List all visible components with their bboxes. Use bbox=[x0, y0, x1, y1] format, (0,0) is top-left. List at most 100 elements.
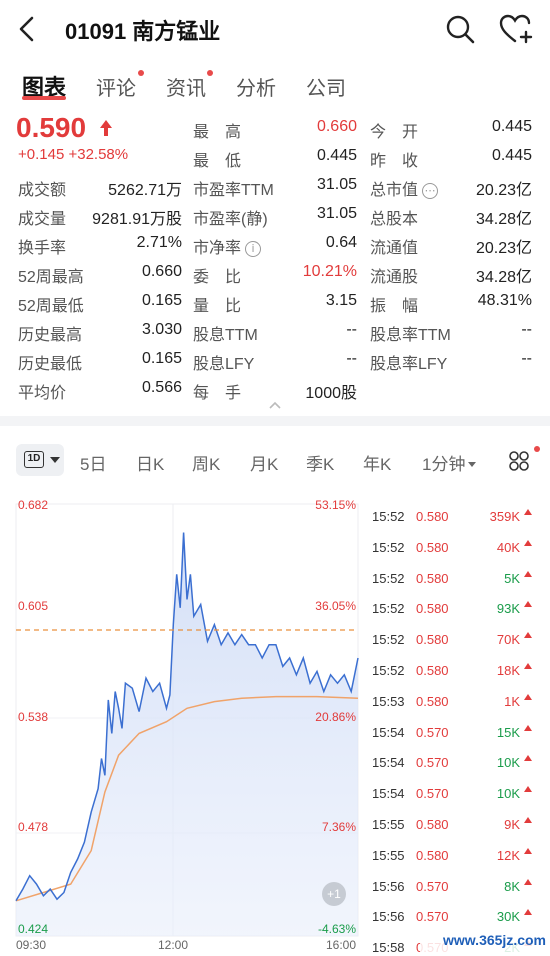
tab-analysis[interactable]: 分析 bbox=[236, 72, 276, 101]
stat-label: 总市值 bbox=[370, 182, 419, 199]
tab-yearly-k[interactable]: 年K bbox=[363, 450, 391, 475]
stat-value: 3.030 bbox=[141, 321, 182, 338]
trade-volume: 40K bbox=[496, 539, 520, 555]
triangle-up-icon bbox=[524, 755, 532, 762]
trade-row: 15:52 0.580 93K bbox=[360, 594, 550, 624]
tab-weekly-k[interactable]: 周K bbox=[192, 450, 220, 475]
stat-label: 委 比 bbox=[193, 269, 242, 286]
stat-value: 5262.71万 bbox=[108, 182, 182, 199]
chevron-up-icon[interactable] bbox=[268, 400, 282, 410]
stat-value: -- bbox=[346, 350, 357, 367]
tab-news-dot bbox=[207, 70, 213, 76]
arrow-up-icon bbox=[100, 120, 112, 136]
tab-comments[interactable]: 评论 bbox=[96, 72, 136, 101]
y-tick-right: 36.05% bbox=[315, 599, 356, 613]
stat-value: 0.660 bbox=[141, 263, 182, 280]
triangle-up-icon bbox=[524, 909, 532, 916]
trade-volume: 30K bbox=[496, 909, 520, 925]
trade-time: 15:52 bbox=[372, 632, 405, 648]
last-price: 0.590 bbox=[16, 112, 87, 143]
triangle-up-icon bbox=[524, 847, 532, 854]
grid-icon[interactable] bbox=[508, 450, 530, 472]
stat-label: 今 开 bbox=[370, 124, 419, 141]
search-icon bbox=[446, 15, 475, 44]
stat-value: -- bbox=[346, 321, 357, 338]
trade-price: 0.580 bbox=[416, 570, 449, 586]
search-button[interactable] bbox=[443, 12, 477, 46]
tab-comments-dot bbox=[138, 70, 144, 76]
stat-label: 市盈率TTM bbox=[193, 182, 274, 199]
trade-price: 0.570 bbox=[416, 909, 449, 925]
tab-company[interactable]: 公司 bbox=[306, 72, 346, 101]
tab-quarterly-k[interactable]: 季K bbox=[306, 450, 334, 475]
back-button[interactable] bbox=[12, 12, 42, 46]
y-tick-right: 53.15% bbox=[315, 498, 356, 512]
tab-news[interactable]: 资讯 bbox=[166, 72, 206, 101]
stat-label: 股息率TTM bbox=[370, 327, 451, 344]
stat-label: 流通值 bbox=[370, 240, 419, 257]
stat-value: 1000股 bbox=[305, 385, 357, 402]
trade-time: 15:54 bbox=[372, 786, 405, 802]
stat-label: 成交量 bbox=[18, 211, 67, 228]
stat-label: 股息率LFY bbox=[370, 356, 448, 373]
intraday-chart-svg bbox=[15, 503, 359, 937]
stat-label: 成交额 bbox=[18, 182, 67, 199]
trade-time: 15:53 bbox=[372, 693, 405, 709]
tab-1min[interactable]: 1分钟 bbox=[422, 450, 477, 475]
stat-value: 0.566 bbox=[141, 379, 182, 396]
stat-label: 52周最高 bbox=[18, 269, 84, 286]
watermark: www.365jz.com bbox=[420, 928, 550, 954]
trade-volume: 93K bbox=[496, 601, 520, 617]
trade-time: 15:58 bbox=[372, 940, 405, 956]
notification-dot bbox=[534, 446, 540, 452]
stat-label: 历史最低 bbox=[18, 356, 83, 373]
stat-label: 量 比 bbox=[193, 298, 242, 315]
price-change: +0.145 +32.58% bbox=[18, 146, 129, 163]
trade-row: 15:52 0.580 40K bbox=[360, 533, 550, 563]
trade-price: 0.580 bbox=[416, 847, 449, 863]
stat-label: 最 低 bbox=[193, 153, 242, 170]
add-watchlist-button[interactable] bbox=[498, 12, 536, 46]
trade-price: 0.580 bbox=[416, 509, 449, 524]
triangle-up-icon bbox=[524, 786, 532, 793]
tab-monthly-k[interactable]: 月K bbox=[250, 450, 278, 475]
stat-value: 0.64 bbox=[325, 234, 357, 251]
triangle-up-icon bbox=[524, 570, 532, 577]
trade-time: 15:55 bbox=[372, 817, 405, 832]
trade-volume: 5K bbox=[504, 570, 520, 586]
trade-row: 15:54 0.570 10K bbox=[360, 779, 550, 809]
stat-value: 3.15 bbox=[325, 292, 357, 309]
main-tabs: 图表 评论 资讯 分析 公司 bbox=[0, 64, 550, 108]
y-tick-left: 0.682 bbox=[18, 498, 49, 512]
trade-price: 0.570 bbox=[416, 786, 449, 802]
compare-button[interactable]: +1 bbox=[322, 882, 346, 906]
trade-price: 0.580 bbox=[416, 663, 449, 678]
period-1d-label: 1D bbox=[24, 451, 44, 468]
trade-price: 0.580 bbox=[416, 632, 449, 648]
stat-value: 2.71% bbox=[136, 234, 182, 251]
triangle-up-icon bbox=[524, 601, 532, 608]
market-cap-cell: 总市值 ⋯ bbox=[370, 176, 439, 200]
intraday-chart[interactable]: 0.682 0.605 0.538 0.478 0.424 53.15% 36.… bbox=[0, 492, 360, 956]
triangle-up-icon bbox=[524, 539, 532, 546]
trade-ticker[interactable]: 15:52 0.580 359K 15:52 0.580 40K 15:52 0.580 5K 1… bbox=[360, 502, 550, 956]
trade-row: 15:56 0.570 8K bbox=[360, 872, 550, 902]
trade-time: 15:52 bbox=[372, 601, 405, 617]
period-1d-selector[interactable]: 1D bbox=[16, 444, 64, 476]
stat-value: 20.23亿 bbox=[475, 182, 532, 199]
trade-price: 0.570 bbox=[416, 724, 449, 740]
trade-volume: 12K bbox=[496, 847, 520, 863]
y-tick-right: 7.36% bbox=[321, 820, 356, 834]
chevron-left-icon bbox=[19, 16, 34, 42]
stat-label: 股息TTM bbox=[193, 327, 258, 344]
stat-value: 34.28亿 bbox=[475, 211, 532, 228]
tab-5day[interactable]: 5日 bbox=[80, 450, 106, 475]
stat-label: 振 幅 bbox=[370, 298, 419, 315]
trade-time: 15:56 bbox=[372, 878, 405, 894]
info-icon[interactable]: i bbox=[245, 241, 262, 257]
trade-volume: 18K bbox=[496, 663, 520, 678]
stat-value: 9281.91万股 bbox=[92, 211, 182, 228]
stat-value: 10.21% bbox=[302, 263, 357, 280]
more-icon[interactable]: ⋯ bbox=[422, 183, 439, 199]
tab-daily-k[interactable]: 日K bbox=[136, 450, 164, 475]
